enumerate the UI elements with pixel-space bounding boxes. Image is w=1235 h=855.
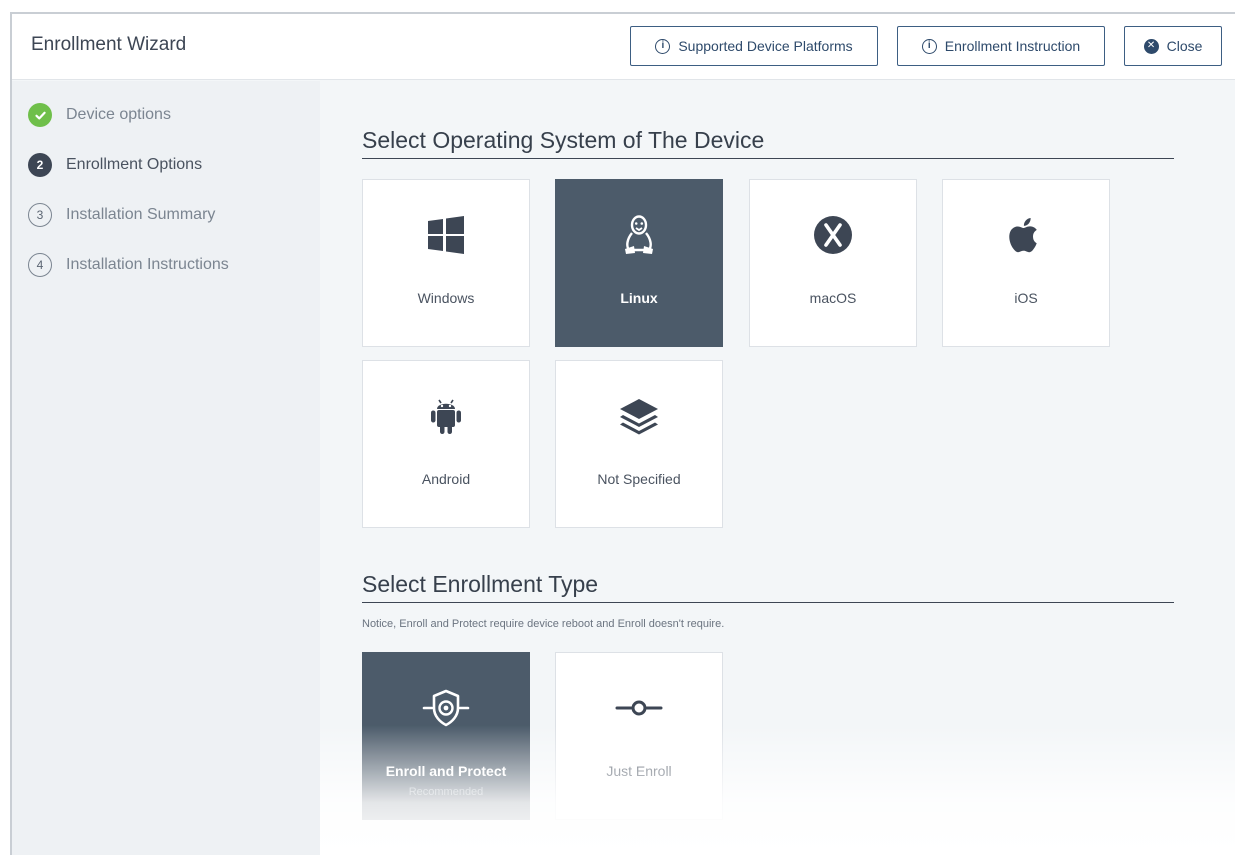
info-icon: i	[921, 38, 937, 54]
close-button[interactable]: ✕ Close	[1124, 26, 1222, 66]
enrollment-option-just-enroll[interactable]: Just Enroll	[555, 652, 723, 820]
linux-icon	[556, 214, 722, 256]
os-option-label: Windows	[417, 290, 475, 306]
step-installation-instructions[interactable]: 4 Installation Instructions	[28, 252, 229, 278]
step-device-options[interactable]: Device options	[28, 102, 171, 128]
wizard-steps-sidebar: Device options 2 Enrollment Options 3 In…	[12, 81, 320, 855]
recommended-label: Recommended	[408, 786, 484, 798]
section-divider	[362, 158, 1174, 159]
os-option-ios[interactable]: iOS	[942, 179, 1110, 347]
os-option-linux[interactable]: Linux	[555, 179, 723, 347]
step-label: Installation Instructions	[66, 256, 229, 273]
os-option-not-specified[interactable]: Not Specified	[555, 360, 723, 528]
dialog-header: Enrollment Wizard i Supported Device Pla…	[12, 14, 1235, 80]
os-section-title: Select Operating System of The Device	[362, 127, 765, 153]
step-number: 2	[28, 153, 52, 177]
enrollment-wizard-dialog: Enrollment Wizard i Supported Device Pla…	[10, 12, 1235, 855]
step-label: Installation Summary	[66, 206, 216, 223]
enrollment-option-label: Just Enroll	[606, 763, 672, 779]
step-number: 4	[28, 253, 52, 277]
section-divider	[362, 602, 1174, 603]
enrollment-instruction-button[interactable]: i Enrollment Instruction	[897, 26, 1105, 66]
enrollment-instruction-label: Enrollment Instruction	[944, 38, 1081, 54]
os-option-android[interactable]: Android	[362, 360, 530, 528]
os-option-label: iOS	[1014, 290, 1038, 306]
enrollment-section-title: Select Enrollment Type	[362, 571, 599, 597]
close-icon: ✕	[1143, 38, 1159, 54]
dialog-title: Enrollment Wizard	[31, 34, 187, 55]
os-option-label: Linux	[620, 290, 658, 306]
step-label: Device options	[66, 106, 171, 123]
enrollment-notice: Notice, Enroll and Protect require devic…	[362, 618, 725, 630]
step-enrollment-options[interactable]: 2 Enrollment Options	[28, 152, 202, 178]
step-number: 3	[28, 203, 52, 227]
main-content: Select Operating System of The Device Wi…	[320, 81, 1235, 855]
os-option-label: Not Specified	[597, 471, 681, 487]
layers-icon	[556, 395, 722, 437]
commit-icon	[556, 687, 722, 729]
windows-icon	[363, 214, 529, 256]
os-option-label: macOS	[809, 290, 857, 306]
shield-gear-icon	[363, 687, 529, 729]
enrollment-option-enroll-and-protect[interactable]: Enroll and Protect Recommended	[362, 652, 530, 820]
os-option-macos[interactable]: macOS	[749, 179, 917, 347]
macos-icon	[750, 214, 916, 256]
close-label: Close	[1166, 38, 1203, 54]
os-option-windows[interactable]: Windows	[362, 179, 530, 347]
check-icon	[28, 103, 52, 127]
apple-icon	[943, 214, 1109, 256]
android-icon	[363, 395, 529, 437]
os-option-label: Android	[421, 471, 471, 487]
step-label: Enrollment Options	[66, 156, 203, 173]
info-icon: i	[655, 38, 671, 54]
step-installation-summary[interactable]: 3 Installation Summary	[28, 202, 215, 228]
enrollment-option-label: Enroll and Protect	[385, 763, 507, 779]
supported-device-platforms-button[interactable]: i Supported Device Platforms	[630, 26, 878, 66]
supported-device-platforms-label: Supported Device Platforms	[678, 38, 853, 54]
